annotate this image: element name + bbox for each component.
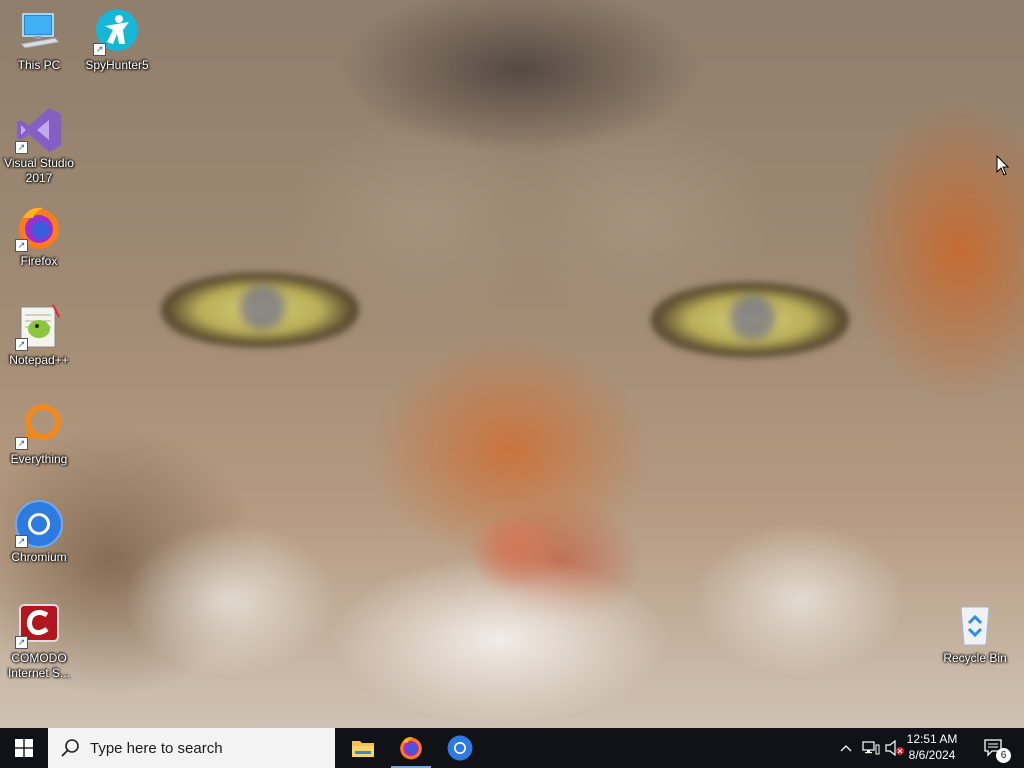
search-placeholder: Type here to search (90, 739, 223, 757)
shortcut-arrow-icon: ↗ (15, 535, 28, 548)
shortcut-arrow-icon: ↗ (15, 338, 28, 351)
shortcut-arrow-icon: ↗ (15, 437, 28, 450)
shortcut-arrow-icon: ↗ (15, 636, 28, 649)
desktop-icon-label: Recycle Bin (943, 651, 1007, 665)
chevron-up-icon (840, 745, 852, 752)
desktop-icon-label: Notepad++ (9, 353, 69, 367)
notification-count-badge: 6 (996, 748, 1011, 763)
desktop-icon-label: This PC (17, 58, 61, 72)
mouse-cursor-icon (996, 155, 1010, 176)
desktop-icon-this-pc[interactable]: This PC (1, 8, 77, 73)
desktop-icon-label: SpyHunter5 (85, 58, 149, 72)
shortcut-arrow-icon: ↗ (15, 141, 28, 154)
desktop-icon-label: Visual Studio 2017 (4, 156, 74, 185)
comodo-icon: ↗ (15, 601, 63, 649)
everything-icon: ↗ (15, 402, 63, 450)
taskbar-clock[interactable]: 12:51 AM 8/6/2024 (902, 728, 962, 768)
taskbar: Type here to search 12:51 AM 8/6/2024 6 (0, 728, 1024, 768)
clock-time: 12:51 AM (906, 732, 958, 746)
wallpaper-cat-right-eye (650, 275, 850, 365)
start-button[interactable] (0, 728, 48, 768)
desktop-wallpaper[interactable] (0, 0, 1024, 728)
taskbar-app-firefox[interactable] (387, 728, 435, 768)
chromium-icon: ↗ (15, 500, 63, 548)
desktop-icon-spyhunter[interactable]: ↗ SpyHunter5 (79, 8, 155, 73)
desktop-icon-everything[interactable]: ↗ Everything (1, 402, 77, 467)
clock-date: 8/6/2024 (908, 748, 956, 762)
shortcut-arrow-icon: ↗ (15, 239, 28, 252)
network-icon (862, 741, 880, 755)
desktop-icon-firefox[interactable]: ↗ Firefox (1, 204, 77, 269)
desktop-icon-notepadpp[interactable]: ↗ Notepad++ (1, 303, 77, 368)
desktop-icon-comodo[interactable]: ↗ COMODO Internet S... (1, 601, 77, 681)
this-pc-icon (15, 8, 63, 56)
search-icon (61, 739, 79, 757)
desktop-icon-label: Everything (10, 452, 68, 466)
recycle-bin-icon (951, 601, 999, 649)
shortcut-arrow-icon: ↗ (93, 43, 106, 56)
firefox-icon (400, 737, 422, 760)
desktop-icon-label: Chromium (11, 550, 67, 564)
notepadpp-icon: ↗ (15, 303, 63, 351)
wallpaper-cat-left-eye (160, 265, 360, 355)
taskbar-app-file-explorer[interactable] (339, 728, 387, 768)
desktop-icon-label: Firefox (20, 254, 58, 268)
firefox-icon: ↗ (15, 204, 63, 252)
desktop-icon-recycle-bin[interactable]: Recycle Bin (937, 601, 1013, 666)
network-tray-button[interactable] (860, 728, 882, 768)
show-hidden-icons-button[interactable] (836, 728, 856, 768)
visual-studio-icon: ↗ (15, 106, 63, 154)
desktop-icon-visual-studio[interactable]: ↗ Visual Studio 2017 (1, 106, 77, 186)
file-explorer-icon (352, 741, 374, 757)
taskbar-search-box[interactable]: Type here to search (48, 728, 335, 768)
spyhunter-icon: ↗ (93, 8, 141, 56)
desktop-icon-chromium[interactable]: ↗ Chromium (1, 500, 77, 565)
action-center-button[interactable]: 6 (976, 728, 1012, 768)
windows-logo-icon (15, 739, 33, 757)
chromium-icon (447, 735, 473, 761)
desktop-icon-label: COMODO Internet S... (7, 651, 71, 680)
taskbar-app-chromium[interactable] (436, 728, 484, 768)
wallpaper-cat-nose (470, 520, 560, 590)
